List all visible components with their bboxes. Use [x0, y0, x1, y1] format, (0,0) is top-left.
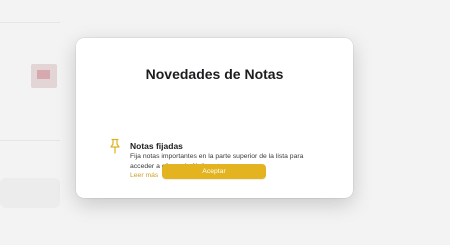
background-selected-row [0, 178, 60, 208]
background-thumbnail-image [37, 70, 50, 79]
accept-button[interactable]: Aceptar [162, 164, 266, 179]
feature-title: Notas fijadas [130, 141, 183, 151]
dialog-title: Novedades de Notas [145, 66, 284, 82]
background-divider [0, 22, 60, 23]
learn-more-link[interactable]: Leer más [130, 172, 158, 179]
pin-icon [110, 138, 120, 154]
background-divider [0, 140, 60, 141]
background-note-thumbnail [31, 64, 57, 88]
